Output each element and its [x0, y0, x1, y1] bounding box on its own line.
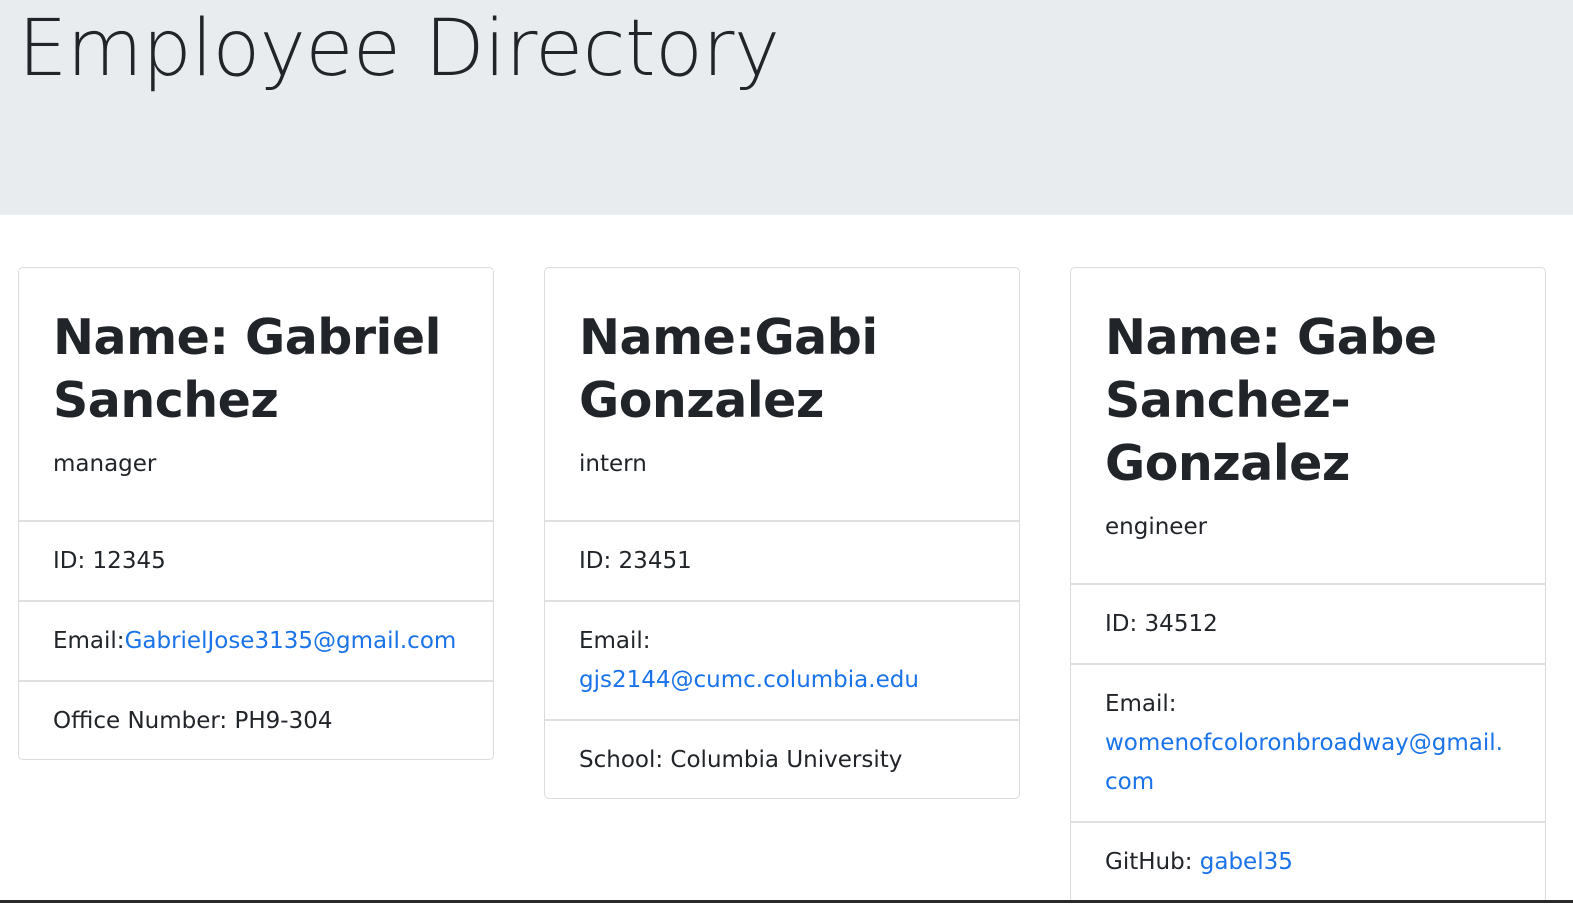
- employee-role: manager: [53, 451, 157, 477]
- employee-id: ID: 23451: [545, 520, 1019, 600]
- email-link[interactable]: gjs2144@cumc.columbia.edu: [579, 661, 919, 700]
- bottom-divider: [0, 900, 1573, 903]
- email-label: Email:: [1105, 690, 1177, 717]
- card-header: Name: Gabe Sanchez-Gonzalez engineer: [1071, 268, 1545, 583]
- employee-id-text: ID: 34512: [1105, 610, 1218, 637]
- card-header: Name:Gabi Gonzalez intern: [545, 268, 1019, 520]
- github-link[interactable]: gabel35: [1200, 843, 1293, 882]
- card-header: Name: Gabriel Sanchez manager: [19, 268, 493, 520]
- email-link[interactable]: GabrielJose3135@gmail.com: [125, 622, 457, 661]
- email-link-line2[interactable]: com: [1105, 763, 1154, 802]
- email-label: Email:: [579, 627, 651, 654]
- employee-card: Name: Gabriel Sanchez manager ID: 12345 …: [18, 267, 494, 760]
- school-text: School: Columbia University: [579, 746, 903, 773]
- employee-email: Email: gjs2144@cumc.columbia.edu: [545, 600, 1019, 719]
- employee-office-number: Office Number: PH9-304: [19, 680, 493, 760]
- employee-id: ID: 34512: [1071, 583, 1545, 663]
- employee-email: Email: GabrielJose3135@gmail.com: [19, 600, 493, 680]
- employee-name: Name:Gabi Gonzalez: [579, 309, 878, 429]
- email-label: Email:: [53, 627, 125, 654]
- employee-github: GitHub: gabel35: [1071, 821, 1545, 901]
- employee-card: Name: Gabe Sanchez-Gonzalez engineer ID:…: [1070, 267, 1546, 903]
- employee-card: Name:Gabi Gonzalez intern ID: 23451 Emai…: [544, 267, 1020, 799]
- employee-school: School: Columbia University: [545, 719, 1019, 799]
- employee-role: engineer: [1105, 514, 1208, 540]
- employee-id: ID: 12345: [19, 520, 493, 600]
- employee-id-text: ID: 23451: [579, 547, 692, 574]
- office-number-text: Office Number: PH9-304: [53, 707, 333, 734]
- employee-id-text: ID: 12345: [53, 547, 166, 574]
- header-banner: Employee Directory: [0, 0, 1573, 215]
- employee-email: Email: womenofcoloronbroadway@gmail. com: [1071, 663, 1545, 821]
- employee-name: Name: Gabe Sanchez-Gonzalez: [1105, 309, 1437, 492]
- github-label: GitHub:: [1105, 848, 1200, 875]
- email-link-line1[interactable]: womenofcoloronbroadway@gmail.: [1105, 724, 1503, 763]
- page-title: Employee Directory: [18, 4, 780, 94]
- employee-name: Name: Gabriel Sanchez: [53, 309, 441, 429]
- employee-role: intern: [579, 451, 647, 477]
